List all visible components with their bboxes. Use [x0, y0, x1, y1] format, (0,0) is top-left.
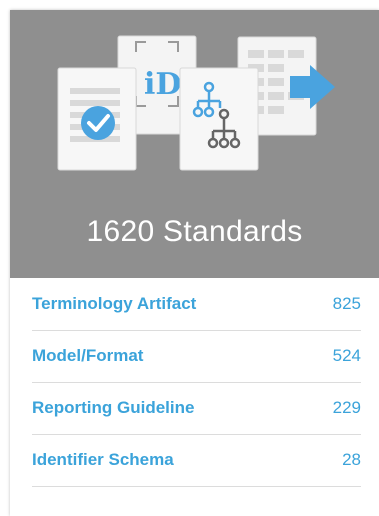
- standards-card: iD 1620 Standards Terminology Artifact 8…: [10, 10, 379, 516]
- category-row-reporting-guideline[interactable]: Reporting Guideline 229: [32, 382, 361, 435]
- category-count: 524: [332, 346, 361, 365]
- category-count: 825: [332, 294, 361, 313]
- category-row-model-format[interactable]: Model/Format 524: [32, 330, 361, 383]
- category-label[interactable]: Terminology Artifact: [32, 294, 196, 314]
- card-header: iD 1620 Standards: [10, 10, 379, 278]
- category-count: 28: [342, 450, 361, 469]
- document-check-icon: [57, 67, 137, 171]
- hierarchy-icon: [179, 67, 259, 171]
- standards-total-title: 1620 Standards: [86, 215, 303, 248]
- category-count: 229: [332, 398, 361, 417]
- category-row-terminology-artifact[interactable]: Terminology Artifact 825: [32, 278, 361, 331]
- category-label[interactable]: Model/Format: [32, 346, 143, 366]
- category-label[interactable]: Identifier Schema: [32, 450, 174, 470]
- category-label[interactable]: Reporting Guideline: [32, 398, 194, 418]
- svg-text:iD: iD: [144, 67, 181, 102]
- standards-illustration: iD: [57, 35, 335, 171]
- category-row-identifier-schema[interactable]: Identifier Schema 28: [32, 434, 361, 487]
